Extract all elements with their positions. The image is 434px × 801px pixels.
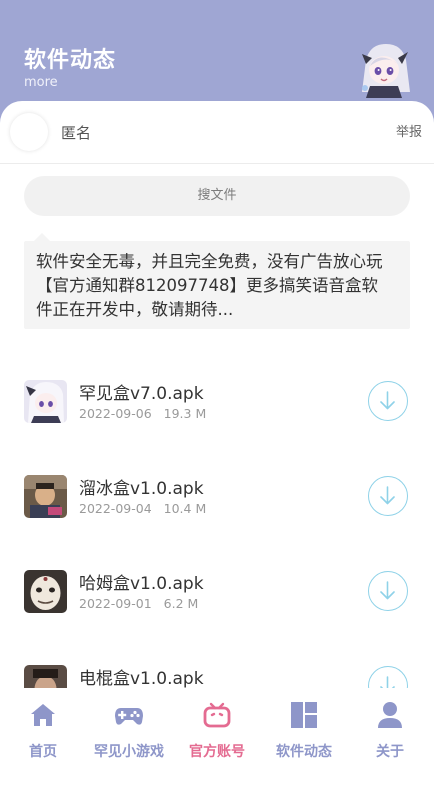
app-thumbnail-icon (24, 475, 67, 518)
tab-label: 关于 (376, 744, 404, 760)
file-size: 10.4 M (163, 501, 207, 516)
file-size: 19.3 M (163, 406, 207, 421)
search-input[interactable]: 搜文件 (24, 176, 410, 216)
file-meta: 2022-09-01 6.2 M (79, 596, 210, 611)
post-header: 匿名 举报 (0, 101, 434, 164)
report-button[interactable]: 举报 (396, 121, 422, 140)
tab-about[interactable]: 关于 (347, 688, 433, 772)
file-date: 2022-09-04 (79, 501, 152, 516)
author-avatar[interactable] (10, 113, 48, 151)
download-arrow-icon (380, 581, 395, 600)
tab-label: 首页 (29, 744, 57, 760)
header: 软件动态 more (0, 0, 434, 110)
dashboard-icon (291, 702, 317, 728)
file-name: 罕见盒v7.0.apk (79, 384, 204, 404)
tab-home[interactable]: 首页 (0, 688, 86, 772)
file-name: 电棍盒v1.0.apk (79, 669, 204, 689)
file-list: 罕见盒v7.0.apk 2022-09-06 19.3 M 溜冰盒v1.0.apk (0, 356, 434, 736)
tab-label: 官方账号 (189, 744, 245, 760)
file-name: 溜冰盒v1.0.apk (79, 479, 204, 499)
tab-label: 罕见小游戏 (94, 744, 164, 760)
tab-official-account[interactable]: 官方账号 (174, 688, 260, 772)
file-size: 6.2 M (163, 596, 199, 611)
notice-text: 软件安全无毒，并且完全免费，没有广告放心玩【官方通知群812097748】更多搞… (36, 252, 383, 319)
download-button[interactable] (368, 571, 408, 611)
notice-bubble: 软件安全无毒，并且完全免费，没有广告放心玩【官方通知群812097748】更多搞… (24, 233, 410, 329)
home-icon (31, 704, 55, 726)
download-arrow-icon (380, 486, 395, 505)
user-icon (378, 702, 402, 728)
tv-icon (203, 702, 231, 728)
app-thumbnail-icon (24, 380, 67, 423)
file-item[interactable]: 溜冰盒v1.0.apk 2022-09-04 10.4 M (0, 451, 434, 546)
app-thumbnail-icon (24, 570, 67, 613)
file-name: 哈姆盒v1.0.apk (79, 574, 204, 594)
tab-software-news[interactable]: 软件动态 (261, 688, 347, 772)
file-date: 2022-09-01 (79, 596, 152, 611)
file-item[interactable]: 罕见盒v7.0.apk 2022-09-06 19.3 M (0, 356, 434, 451)
file-meta: 2022-09-04 10.4 M (79, 501, 218, 516)
download-arrow-icon (380, 391, 395, 410)
tab-mini-games[interactable]: 罕见小游戏 (86, 688, 172, 772)
file-meta: 2022-09-06 19.3 M (79, 406, 218, 421)
download-button[interactable] (368, 476, 408, 516)
author-name: 匿名 (61, 124, 92, 142)
page-title: 软件动态 (24, 48, 117, 73)
anime-avatar-icon[interactable] (356, 40, 412, 98)
download-button[interactable] (368, 381, 408, 421)
more-link[interactable]: more (24, 75, 58, 90)
bottom-tab-bar: 首页 罕见小游戏 官方账号 软件动态 关于 (0, 688, 434, 772)
tab-label: 软件动态 (276, 744, 332, 760)
file-date: 2022-09-06 (79, 406, 152, 421)
gamepad-icon (115, 708, 143, 725)
file-item[interactable]: 哈姆盒v1.0.apk 2022-09-01 6.2 M (0, 546, 434, 641)
